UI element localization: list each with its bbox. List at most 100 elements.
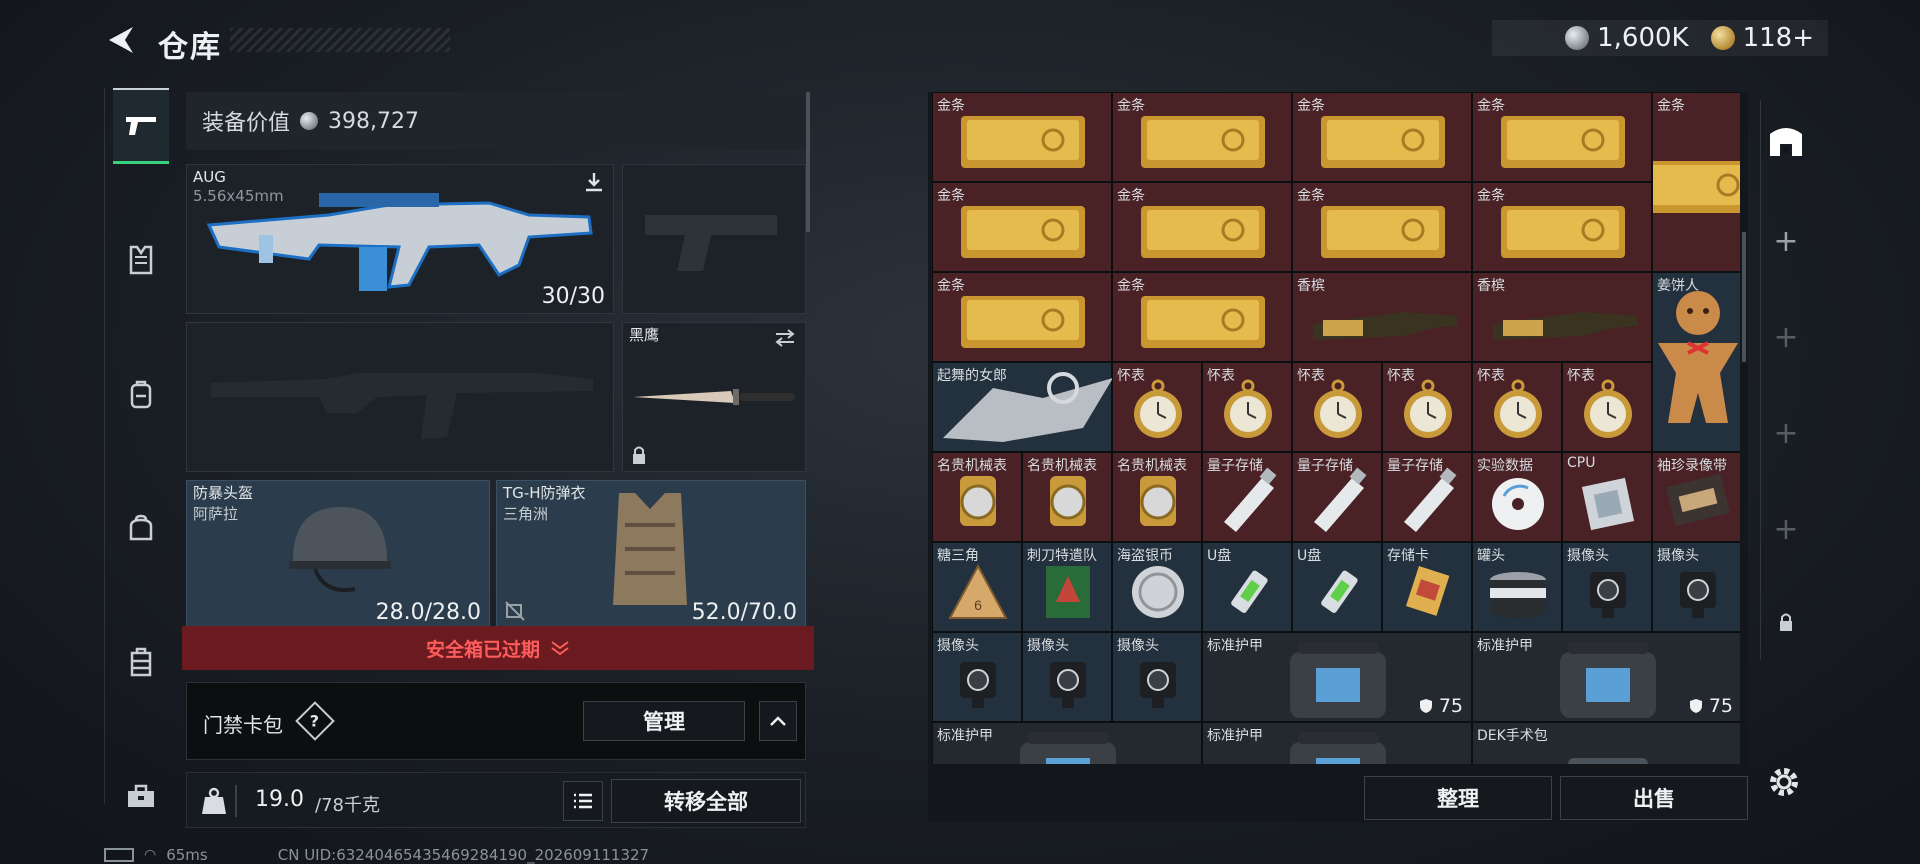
silver-coin-icon (1565, 26, 1590, 50)
storage-item-armor-kit[interactable]: 标准护甲 (932, 722, 1202, 764)
divider (235, 785, 237, 817)
sort-button[interactable]: 整理 (1364, 776, 1552, 820)
storage-item-camera[interactable]: 摄像头 (1562, 542, 1652, 632)
help-icon[interactable]: ? (295, 701, 335, 741)
storage-item-disc[interactable]: 实验数据 (1472, 452, 1562, 542)
weight-max: /78千克 (315, 795, 380, 816)
storage-item-quantum-drive[interactable]: 量子存储 (1382, 452, 1472, 542)
secondary-weapon-slot[interactable] (186, 322, 614, 472)
storage-item-gingerbread[interactable]: 姜饼人 (1652, 272, 1740, 452)
transfer-all-button[interactable]: 转移全部 (611, 779, 801, 823)
list-view-button[interactable] (563, 781, 603, 821)
storage-item-wrist-watch[interactable]: 名贵机械表 (1112, 452, 1202, 542)
storage-item-pocket-watch[interactable]: 怀表 (1472, 362, 1562, 452)
gingerbread-icon (1658, 291, 1738, 423)
collapse-button[interactable] (759, 701, 797, 741)
unload-icon[interactable] (583, 171, 605, 193)
storage-item-gold-bar[interactable]: 金条 (1292, 92, 1472, 182)
storage-item-gold-bar[interactable]: 金条 (1472, 182, 1652, 272)
melee-slot[interactable]: 黑鹰 (622, 322, 806, 472)
primary-weapon-slot[interactable]: AUG 5.56x45mm 30/30 (186, 164, 614, 314)
title-decoration (230, 28, 450, 52)
swap-icon[interactable] (773, 329, 797, 347)
nav-chest-rig[interactable] (113, 624, 169, 700)
shield-icon (1419, 699, 1432, 713)
nav-armor[interactable] (113, 222, 169, 298)
safe-box-status[interactable]: 安全箱已过期 (182, 626, 814, 670)
storage-item-armor-kit[interactable]: 标准护甲 (1202, 722, 1472, 764)
storage-item-pocket-watch[interactable]: 怀表 (1202, 362, 1292, 452)
storage-item-gold-bar[interactable]: 金条 (932, 272, 1112, 362)
storage-item-wrist-watch[interactable]: 名贵机械表 (1022, 452, 1112, 542)
storage-item-champagne[interactable]: 香槟 (1472, 272, 1652, 362)
add-tab-button-3[interactable]: + (1761, 416, 1811, 451)
storage-scrollbar[interactable] (1742, 232, 1746, 362)
storage-item-armor-kit[interactable]: 标准护甲 75 (1202, 632, 1472, 722)
champagne-icon (1313, 312, 1457, 340)
body-armor-slot[interactable]: TG-H防弹衣 三角洲 52.0/70.0 (496, 480, 806, 630)
sell-button[interactable]: 出售 (1560, 776, 1748, 820)
storage-item-gold-bar[interactable]: 金条 (1112, 92, 1292, 182)
storage-item-cpu[interactable]: CPU (1562, 452, 1652, 542)
locked-tab[interactable] (1761, 612, 1811, 632)
storage-item-camera[interactable]: 摄像头 (1652, 542, 1740, 632)
storage-item-usb[interactable]: U盘 (1292, 542, 1382, 632)
nav-backpack[interactable] (113, 356, 169, 432)
storage-item-gold-bar[interactable]: 金条 (1652, 92, 1740, 272)
storage-item-gold-bar[interactable]: 金条 (1472, 92, 1652, 182)
storage-item-can[interactable]: 罐头 (1472, 542, 1562, 632)
item-durability: 75 (1689, 695, 1733, 717)
storage-item-gold-bar[interactable]: 金条 (932, 92, 1112, 182)
storage-item-champagne[interactable]: 香槟 (1292, 272, 1472, 362)
tab-warehouse[interactable] (1761, 120, 1811, 160)
storage-item-camera[interactable]: 摄像头 (1022, 632, 1112, 722)
nav-weapons[interactable] (113, 88, 169, 164)
storage-item-pocket-watch[interactable]: 怀表 (1112, 362, 1202, 452)
storage-item-quantum-drive[interactable]: 量子存储 (1202, 452, 1292, 542)
storage-item-pocket-watch[interactable]: 怀表 (1382, 362, 1472, 452)
ping-value: 65ms (166, 846, 208, 864)
storage-item-quantum-drive[interactable]: 量子存储 (1292, 452, 1382, 542)
helmet-slot[interactable]: 防暴头盔 阿萨拉 28.0/28.0 (186, 480, 490, 630)
lock-icon (1780, 613, 1792, 631)
armor-kit-icon (1290, 732, 1386, 764)
gold-currency[interactable]: 118+ (1710, 23, 1814, 53)
storage-item-wrist-watch[interactable]: 名贵机械表 (932, 452, 1022, 542)
nav-toolbox[interactable] (113, 758, 169, 834)
storage-item-dancer-statue[interactable]: 起舞的女郎 (932, 362, 1113, 452)
gold-coin-icon (1710, 26, 1735, 50)
storage-item-gold-bar[interactable]: 金条 (1112, 182, 1292, 272)
storage-item-memory-card[interactable]: 存储卡 (1382, 542, 1472, 632)
equipment-nav (104, 88, 176, 807)
storage-item-pocket-watch[interactable]: 怀表 (1292, 362, 1382, 452)
storage-item-gold-bar[interactable]: 金条 (1112, 272, 1292, 362)
shield-icon (1689, 699, 1702, 713)
storage-item-bayonet-card[interactable]: 刺刀特遣队 (1022, 542, 1112, 632)
storage-item-tape[interactable]: 袖珍录像带 (1652, 452, 1740, 542)
manage-button[interactable]: 管理 (583, 701, 745, 741)
storage-item-camera[interactable]: 摄像头 (1112, 632, 1202, 722)
storage-item-gold-bar[interactable]: 金条 (1292, 182, 1472, 272)
storage-item-surgery-kit[interactable]: DEK手术包 (1472, 722, 1740, 764)
storage-item-gold-bar[interactable]: 金条 (932, 182, 1112, 272)
storage-item-pocket-watch[interactable]: 怀表 (1562, 362, 1652, 452)
helmet-image (289, 507, 391, 592)
silver-currency[interactable]: 1,600K (1565, 23, 1689, 53)
storage-item-usb[interactable]: U盘 (1202, 542, 1292, 632)
settings-button[interactable] (1766, 764, 1802, 804)
add-tab-button-2[interactable]: + (1761, 320, 1811, 355)
page-title: 仓库 (158, 30, 222, 65)
storage-item-silver-coin[interactable]: 海盗银币 (1112, 542, 1202, 632)
back-button[interactable] (100, 20, 140, 60)
pistol-slot[interactable] (622, 164, 806, 314)
nav-bag[interactable] (113, 490, 169, 566)
add-tab-button-1[interactable]: + (1761, 224, 1811, 259)
storage-grid: 金条 金条 金条 金条 金条 金条 金条 金条 金条 金条 金条 香槟 香槟 姜饼人 起舞的女郎 怀表 怀表 怀表… (932, 92, 1740, 764)
uid-text: CN UID:63240465435469284190_202609111327 (277, 846, 650, 864)
storage-item-sugar-triangle[interactable]: 糖三角 6 (932, 542, 1022, 632)
storage-item-camera[interactable]: 摄像头 (932, 632, 1022, 722)
loadout-scrollbar[interactable] (806, 92, 810, 232)
toolbox-icon (128, 784, 154, 807)
add-tab-button-4[interactable]: + (1761, 512, 1811, 547)
storage-item-armor-kit[interactable]: 标准护甲 75 (1472, 632, 1740, 722)
